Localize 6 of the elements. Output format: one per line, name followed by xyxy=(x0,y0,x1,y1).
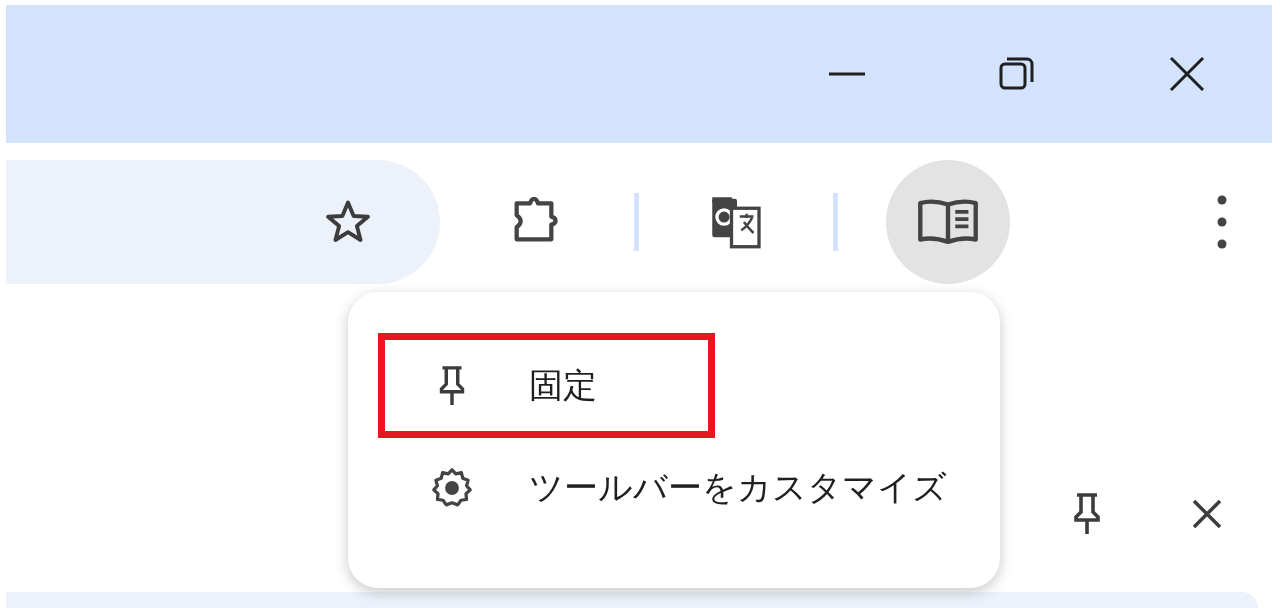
close-icon xyxy=(1190,497,1224,531)
menu-item[interactable]: ツールバーをカスタマイズ xyxy=(378,438,958,538)
pin-icon xyxy=(1071,492,1103,536)
minimize-icon xyxy=(829,72,865,76)
menu-item[interactable]: 固定 xyxy=(378,333,715,438)
close-icon xyxy=(1167,54,1207,94)
